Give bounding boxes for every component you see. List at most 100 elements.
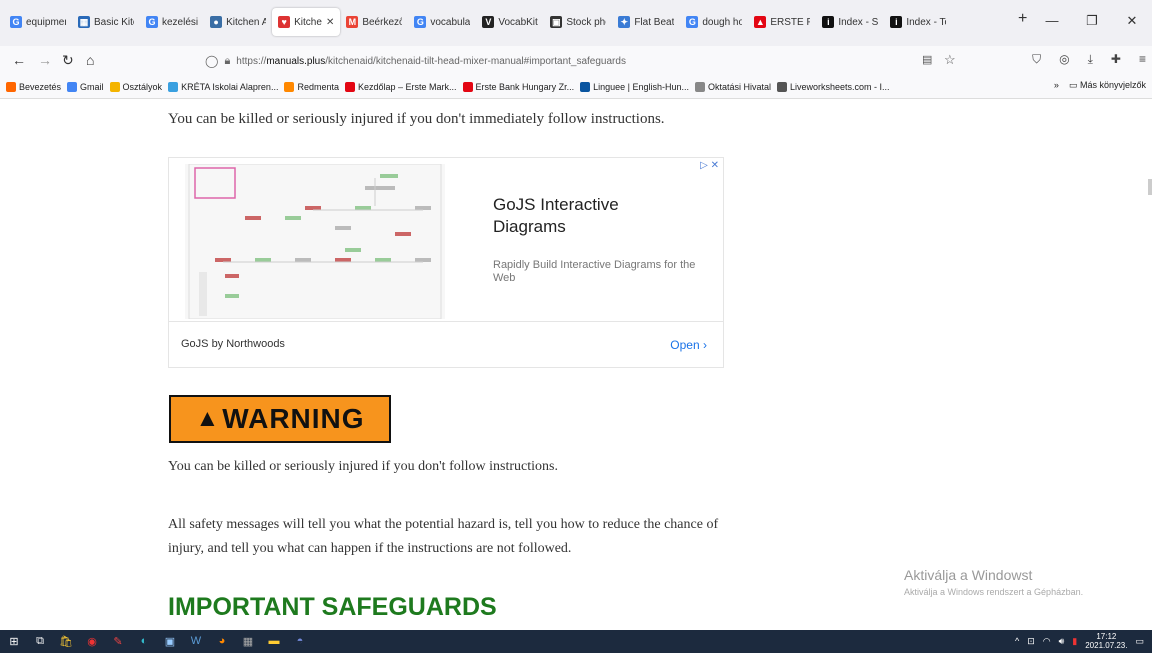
url-bar[interactable]: ◯ 🔒︎ https:// manuals.plus /kitchenaid/k… [205, 49, 905, 73]
ad-diagram-image[interactable] [185, 163, 445, 320]
bookmark-item[interactable]: Redmenta [284, 82, 339, 92]
tab-6[interactable]: Gvocabular [408, 8, 476, 36]
restore-button[interactable]: ❐ [1072, 6, 1112, 36]
bookmark-star-icon[interactable]: ☆ [944, 52, 956, 68]
ad-choices-icon[interactable]: ▷ ✕ [700, 160, 719, 171]
ad-open-button[interactable]: Open › [670, 338, 707, 352]
tab-label: Index - Sz [838, 16, 879, 28]
ad-title[interactable]: GoJS Interactive Diagrams [493, 194, 693, 238]
tab-8[interactable]: ▣Stock pho [544, 8, 612, 36]
tab-9[interactable]: ✦Flat Beate [612, 8, 680, 36]
diagram-preview-icon [188, 163, 442, 320]
tab-label: Beérkező [362, 16, 403, 28]
new-tab-button[interactable]: + [1018, 10, 1027, 28]
vocab-icon: V [482, 16, 495, 28]
store-icon[interactable]: 🛍︎ [58, 632, 74, 650]
minimize-button[interactable]: — [1032, 6, 1072, 36]
bookmark-item[interactable]: Kezdőlap – Erste Mark... [344, 82, 457, 92]
record-app-icon[interactable]: ◉ [84, 632, 100, 650]
url-path: /kitchenaid/kitchenaid-tilt-head-mixer-m… [325, 55, 626, 67]
forward-button[interactable]: → [38, 52, 52, 68]
bookmark-label: Osztályok [122, 82, 163, 92]
network-icon[interactable]: ⊡ [1027, 636, 1035, 647]
paint-app-icon[interactable]: ✎ [110, 632, 126, 650]
shield-toolbar-icon[interactable]: ◎ [1059, 52, 1069, 67]
keyboard-icon[interactable]: ▮ [1072, 636, 1077, 647]
tab-1[interactable]: ▦ Basic Kitc [72, 8, 140, 36]
advertisement[interactable]: ▷ ✕ GoJS Interactive Diagrams Rapidly Bu… [168, 157, 724, 368]
bookmarks-overflow-button[interactable]: » [1054, 80, 1059, 91]
chevron-right-icon: › [703, 338, 707, 352]
tab-label: Basic Kitc [94, 16, 134, 28]
word-icon[interactable]: W [188, 632, 204, 650]
tab-5[interactable]: M Beérkező [340, 8, 408, 36]
discord-icon[interactable]: ◓ [292, 632, 308, 650]
tab-label: VocabKitc [498, 16, 538, 28]
menu-icon[interactable]: ≡ [1139, 52, 1146, 67]
bookmarks-right: » ▭ Más könyvjelzők [1054, 80, 1146, 91]
download-icon[interactable]: ⤓ [1088, 52, 1093, 67]
shield-icon[interactable]: ◯ [205, 54, 218, 68]
back-button[interactable]: ← [12, 52, 26, 68]
start-button-icon[interactable]: ⊞ [6, 632, 22, 650]
task-view-icon[interactable]: ⧉ [32, 632, 48, 650]
tray-chevron-icon[interactable]: ^ [1015, 636, 1019, 646]
bookmark-favicon-icon [67, 82, 78, 92]
warning-label: ▲ WARNING [169, 395, 391, 443]
tab-10[interactable]: Gdough ho [680, 8, 748, 36]
bookmark-favicon-icon [462, 82, 473, 92]
tab-4[interactable]: ♥ Kitche ✕ [272, 8, 341, 36]
google-icon: G [414, 16, 427, 28]
tab-label: Flat Beate [634, 16, 675, 28]
tab-11[interactable]: ▲ERSTE FU [748, 8, 816, 36]
close-window-button[interactable]: ✕ [1112, 6, 1152, 36]
bookmark-item[interactable]: Bevezetés [6, 82, 61, 92]
bookmark-item[interactable]: Oktatási Hivatal [694, 82, 771, 92]
tab-3[interactable]: ● Kitchen A [204, 8, 272, 36]
lock-icon[interactable]: 🔒︎ [224, 55, 230, 68]
bookmarks-bar: Bevezetés Gmail Osztályok KRÉTA Iskolai Ala… [0, 76, 1152, 99]
tab-13[interactable]: i Index - To [884, 8, 952, 36]
file-explorer-icon[interactable]: ▬ [266, 632, 282, 650]
tab-7[interactable]: VVocabKitc [476, 8, 544, 36]
tab-12[interactable]: iIndex - Sz [816, 8, 884, 36]
bookmark-item[interactable]: Erste Bank Hungary Zr... [462, 82, 575, 92]
other-bookmarks-folder[interactable]: ▭ Más könyvjelzők [1069, 80, 1146, 91]
scrollbar-thumb[interactable] [1148, 179, 1152, 195]
bookmark-item[interactable]: Osztályok [109, 82, 163, 92]
tab-2[interactable]: Gkezelési [140, 8, 204, 36]
bookmark-label: Kezdőlap – Erste Mark... [357, 82, 457, 92]
reload-button[interactable]: ↻ [62, 52, 74, 69]
reader-view-icon[interactable]: ▤ [922, 53, 932, 66]
google-icon: G [10, 16, 22, 28]
tab-label: vocabular [430, 16, 471, 28]
bookmark-item[interactable]: Liveworksheets.com - I... [777, 82, 890, 92]
notifications-icon[interactable]: ▭ [1135, 636, 1144, 647]
ad-description: Rapidly Build Interactive Diagrams for t… [493, 259, 696, 284]
wifi-icon[interactable]: ◠ [1043, 636, 1051, 647]
window-controls: — ❐ ✕ [1032, 6, 1152, 36]
system-tray: ^ ⊡ ◠ 🔊︎ ▮ 17:12 2021.07.23. ▭ [1015, 632, 1144, 650]
url-domain: manuals.plus [266, 55, 326, 67]
close-tab-icon[interactable]: ✕ [326, 17, 334, 28]
volume-icon[interactable]: 🔊︎ [1059, 636, 1065, 647]
tab-0[interactable]: Gequipmen [4, 8, 72, 36]
home-button[interactable]: ⌂ [86, 52, 94, 68]
kitchen-icon: ● [210, 16, 223, 28]
bookmark-label: Redmenta [297, 82, 339, 92]
clock[interactable]: 17:12 2021.07.23. [1085, 632, 1127, 650]
firefox-icon[interactable]: ◕ [214, 632, 230, 650]
bookmark-item[interactable]: Linguee | English-Hun... [580, 82, 689, 92]
tab-label: kezelési [162, 16, 199, 28]
tab-list: Gequipmen ▦ Basic Kitc Gkezelési ● Kitchen A ♥… [4, 6, 952, 38]
save-app-icon[interactable]: ▣ [162, 632, 178, 650]
toolbar-right: ⛉ ◎ ⤓ ✚ ≡ [1032, 52, 1146, 67]
pocket-icon[interactable]: ⛉ [1032, 52, 1041, 67]
bookmark-item[interactable]: Gmail [67, 82, 104, 92]
extension-icon[interactable]: ✚ [1111, 52, 1121, 67]
gmail-icon: M [346, 16, 359, 28]
bookmark-label: Erste Bank Hungary Zr... [475, 82, 575, 92]
calculator-icon[interactable]: ▦ [240, 632, 256, 650]
edge-browser-icon[interactable]: ◐ [136, 632, 152, 650]
bookmark-item[interactable]: KRÉTA Iskolai Alapren... [168, 82, 278, 92]
